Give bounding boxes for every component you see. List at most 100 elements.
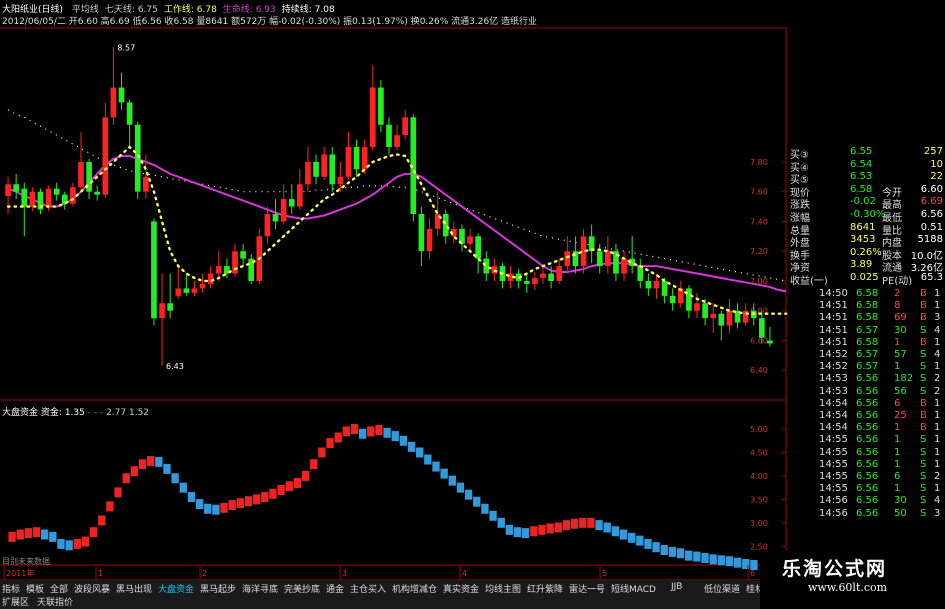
tick-volume: 57 bbox=[894, 349, 907, 360]
sub-block-3 bbox=[32, 527, 41, 538]
tick-side: S bbox=[920, 349, 927, 360]
tab-8[interactable]: 完美抄底 bbox=[284, 582, 320, 595]
side-row-7: 外盘 3453 内盘 5188 bbox=[786, 234, 945, 249]
candle-body-22 bbox=[183, 288, 190, 293]
tab-10[interactable]: 主仓买入 bbox=[350, 582, 386, 595]
tick-side: B bbox=[920, 410, 927, 421]
sub-block-42 bbox=[350, 424, 359, 435]
tab-1[interactable]: 模板 bbox=[26, 582, 44, 595]
tick-row-1: 14:51 6.58 8 B 1 bbox=[786, 300, 945, 312]
sub-value-3: 1.52 bbox=[128, 408, 150, 418]
tab-6[interactable]: 黑马起步 bbox=[200, 582, 236, 595]
sub-block-87 bbox=[717, 555, 725, 566]
sub-block-17 bbox=[146, 455, 155, 466]
sub-block-59 bbox=[489, 510, 497, 521]
candle-body-15 bbox=[126, 102, 133, 125]
candle-body-49 bbox=[402, 117, 409, 136]
tick-row-2: 14:51 6.58 69 B 3 bbox=[786, 312, 945, 324]
tab-2[interactable]: 全部 bbox=[50, 582, 68, 595]
tick-time: 14:55 bbox=[819, 446, 848, 458]
tick-volume: 1 bbox=[894, 434, 901, 446]
tick-price: 6.56 bbox=[856, 397, 879, 409]
candle-body-0 bbox=[5, 184, 11, 197]
sub-block-11 bbox=[98, 515, 106, 526]
side-value: 6.55 bbox=[850, 146, 873, 157]
sub-block-81 bbox=[668, 546, 677, 557]
side-value-2: 5188 bbox=[917, 234, 943, 246]
sub-block-85 bbox=[701, 552, 709, 563]
candle-body-19 bbox=[159, 303, 165, 319]
tick-volume: 30 bbox=[894, 324, 907, 336]
side-row-10: 收益(一) 0.025 PE(动) 65.3 bbox=[786, 272, 945, 287]
tick-price: 6.57 bbox=[856, 324, 879, 336]
tick-time: 14:55 bbox=[819, 471, 848, 482]
tab-17[interactable]: JJB bbox=[671, 582, 682, 594]
side-volume: 257 bbox=[923, 146, 943, 157]
candle-body-14 bbox=[118, 87, 125, 103]
tab-4[interactable]: 黑马出现 bbox=[116, 582, 152, 595]
sub-block-45 bbox=[375, 425, 383, 435]
side-row-2: 买⑤ 6.53 22 bbox=[786, 171, 945, 186]
tick-row-11: 14:54 6.56 1 B 1 bbox=[786, 422, 945, 434]
sub-value-1: 1.35 bbox=[64, 408, 85, 418]
tab-14[interactable]: 红升紫降 bbox=[527, 582, 563, 595]
tick-price: 6.56 bbox=[856, 422, 879, 434]
candle-body-8 bbox=[70, 187, 76, 204]
tab-12[interactable]: 真实资金 bbox=[443, 582, 479, 595]
tick-side: B bbox=[920, 336, 927, 348]
side-row-8: 换手 0.26% 股本 10.0亿 bbox=[786, 247, 945, 262]
sub-block-83 bbox=[685, 550, 693, 561]
tab-11[interactable]: 机构增减仓 bbox=[392, 582, 437, 595]
tab-9[interactable]: 通金 bbox=[326, 582, 344, 595]
side-value-2: 6.56 bbox=[920, 209, 943, 220]
sub-block-4 bbox=[41, 529, 49, 540]
sub-block-32 bbox=[269, 488, 277, 499]
candle-body-5 bbox=[45, 188, 52, 207]
sub-block-49 bbox=[407, 441, 416, 452]
candle-body-42 bbox=[345, 147, 352, 177]
tick-row-17: 14:56 6.56 30 S 4 bbox=[786, 495, 945, 507]
tick-volume: 2 bbox=[894, 288, 901, 299]
side-label-2: PE(动) bbox=[882, 276, 913, 287]
tab-5[interactable]: 大盘资金 bbox=[158, 582, 194, 595]
side-value-2: 6.60 bbox=[920, 183, 943, 195]
sub-chart-label2: 资金: bbox=[40, 408, 62, 418]
tab2-1[interactable]: 天联指价 bbox=[37, 595, 73, 608]
tick-count: 1 bbox=[934, 361, 941, 373]
candle-body-84 bbox=[686, 288, 692, 311]
tick-volume: 6 bbox=[894, 471, 901, 482]
tab-18[interactable]: 低位渠道 bbox=[704, 582, 740, 595]
tab-13[interactable]: 均线主图 bbox=[485, 582, 521, 595]
tick-count: 1 bbox=[934, 397, 941, 409]
sub-tick-label-0: 5.00 bbox=[750, 425, 768, 434]
tick-volume: 69 bbox=[894, 312, 907, 324]
low-annotation: 6.43 bbox=[166, 362, 184, 371]
tab-0[interactable]: 指标 bbox=[2, 582, 20, 595]
tick-side: S bbox=[920, 483, 927, 495]
tab-7[interactable]: 海洋寻底 bbox=[242, 582, 278, 595]
candle-body-57 bbox=[467, 236, 473, 244]
tick-side: B bbox=[920, 288, 927, 299]
tick-time: 14:53 bbox=[819, 385, 848, 397]
tab-16[interactable]: 短线MACD bbox=[611, 582, 656, 595]
tick-count: 3 bbox=[934, 507, 941, 519]
tab2-0[interactable]: 扩展区 bbox=[2, 595, 29, 608]
sub-block-24 bbox=[204, 503, 212, 514]
sub-value-2: 2.77 bbox=[106, 408, 127, 418]
tick-count: 2 bbox=[934, 471, 941, 482]
tick-count: 1 bbox=[934, 458, 941, 470]
tab-15[interactable]: 雷达一号 bbox=[569, 582, 605, 595]
sub-block-48 bbox=[399, 435, 408, 446]
sub-block-66 bbox=[546, 523, 554, 534]
sub-block-84 bbox=[693, 551, 701, 562]
tick-price: 6.56 bbox=[856, 373, 879, 385]
tab-3[interactable]: 波段风暴 bbox=[74, 582, 110, 595]
sub-tick-label-2: 4.00 bbox=[750, 472, 768, 481]
sub-block-50 bbox=[416, 447, 424, 458]
candle-body-88 bbox=[718, 313, 725, 326]
tick-row-13: 14:55 6.56 1 S 1 bbox=[786, 447, 945, 459]
sub-block-40 bbox=[334, 432, 342, 443]
date-label-0: 2011年 bbox=[6, 568, 34, 578]
tick-count: 3 bbox=[934, 312, 941, 324]
sub-block-10 bbox=[89, 527, 98, 538]
